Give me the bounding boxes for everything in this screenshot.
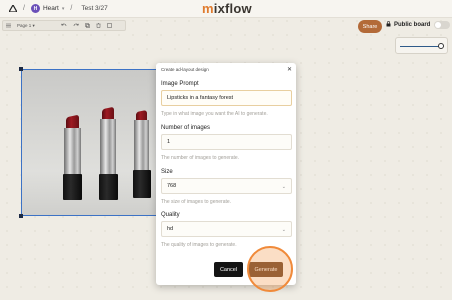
resize-handle-bottom-left[interactable] <box>19 214 23 218</box>
dialog-title: Create ad-layout design <box>161 67 209 72</box>
page-toolbar: Page 1 ▾ <box>2 20 126 31</box>
redo-icon[interactable] <box>73 23 79 28</box>
brand-logo: mixflow <box>202 1 252 16</box>
breadcrumb-board[interactable]: Heart <box>43 5 59 12</box>
lock-icon <box>386 21 391 29</box>
chevron-down-icon[interactable]: ▾ <box>62 6 65 12</box>
size-hint: The size of images to generate. <box>161 199 232 205</box>
share-button[interactable]: Share <box>358 20 382 33</box>
count-input-value: 1 <box>167 139 171 145</box>
copy-icon[interactable] <box>85 23 90 28</box>
public-board-label: Public board <box>394 22 431 28</box>
quality-label: Quality <box>161 212 180 218</box>
resize-handle-top-left[interactable] <box>19 67 23 71</box>
prompt-input[interactable]: Lipsticks in a fantasy forest <box>161 90 292 106</box>
count-hint: The number of images to generate. <box>161 155 240 161</box>
chevron-down-icon: ⌄ <box>281 184 286 190</box>
trash-icon[interactable] <box>96 23 101 28</box>
menu-icon[interactable] <box>6 23 11 28</box>
close-icon[interactable]: ✕ <box>287 66 292 73</box>
public-board-toggle[interactable] <box>434 21 451 29</box>
size-select[interactable]: 768 ⌄ <box>161 178 292 194</box>
cancel-button[interactable]: Cancel <box>214 262 243 277</box>
page-selector[interactable]: Page 1 ▾ <box>17 23 35 29</box>
click-indicator <box>247 246 293 292</box>
size-label: Size <box>161 169 173 175</box>
undo-icon[interactable] <box>60 23 67 28</box>
count-input[interactable]: 1 <box>161 134 292 150</box>
breadcrumb-separator: / <box>23 5 25 12</box>
page-label: Page 1 <box>17 23 32 28</box>
app-logo-icon[interactable] <box>9 5 17 13</box>
prompt-hint: Type in what image you want the AI to ge… <box>161 111 268 117</box>
quality-select[interactable]: hd ⌄ <box>161 221 292 237</box>
zoom-slider-thumb[interactable] <box>438 43 444 49</box>
more-icon[interactable] <box>107 23 112 28</box>
breadcrumb-separator: / <box>70 5 73 12</box>
prompt-label: Image Prompt <box>161 81 199 87</box>
prompt-input-value: Lipsticks in a fantasy forest <box>167 95 234 101</box>
count-label: Number of images <box>161 125 211 131</box>
quality-hint: The quality of images to generate. <box>161 242 237 248</box>
top-bar: / H Heart ▾ / Test 3/27 mixflow <box>0 0 452 18</box>
size-select-value: 768 <box>167 183 177 189</box>
zoom-panel <box>395 37 448 54</box>
breadcrumb-test[interactable]: Test 3/27 <box>81 5 107 12</box>
public-board-control: Public board <box>386 21 451 29</box>
chevron-down-icon: ⌄ <box>281 227 286 233</box>
quality-select-value: hd <box>167 226 174 232</box>
zoom-slider-track[interactable] <box>400 46 442 47</box>
board-avatar[interactable]: H <box>30 4 40 13</box>
